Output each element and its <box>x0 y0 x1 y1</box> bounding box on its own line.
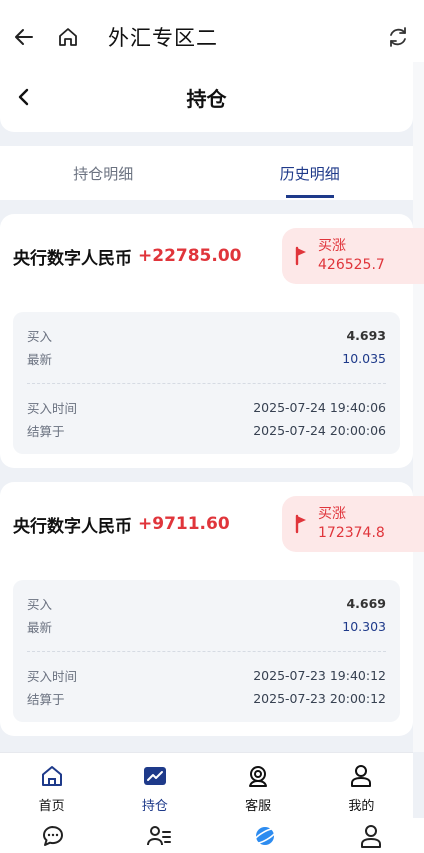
arrow-left-icon[interactable] <box>12 25 36 49</box>
buy-time: 2025-07-24 19:40:06 <box>253 400 386 415</box>
chart-icon <box>143 767 166 785</box>
position-amount: 426525.7 <box>318 257 385 273</box>
refresh-icon[interactable] <box>386 25 410 49</box>
buy-time-label: 买入时间 <box>27 669 78 684</box>
tab-home[interactable]: 首页 <box>0 753 103 818</box>
tab-label: 客服 <box>245 799 272 814</box>
tab-label: 持仓 <box>141 799 168 814</box>
contacts-icon <box>147 825 171 845</box>
page-header: 持仓 <box>0 62 413 132</box>
nav-discover[interactable] <box>212 823 318 849</box>
instrument-name: 央行数字人民币 <box>13 516 132 537</box>
latest-price: 10.303 <box>342 619 386 634</box>
profit-value: +9711.60 <box>138 514 230 534</box>
buy-time-label: 买入时间 <box>27 401 78 416</box>
latest-price: 10.035 <box>342 351 386 366</box>
nav-me[interactable] <box>318 823 424 849</box>
buy-price: 4.669 <box>346 596 386 611</box>
buy-price: 4.693 <box>346 328 386 343</box>
divider <box>27 651 386 652</box>
divider <box>27 383 386 384</box>
position-tabs: 持仓明细 历史明细 <box>0 146 413 200</box>
settle-time: 2025-07-24 20:00:06 <box>253 423 386 438</box>
direction-badge: 买涨 172374.8 <box>282 496 424 552</box>
position-card[interactable]: 央行数字人民币 +9711.60 买涨 172374.8 买入 4.669 最新 1… <box>0 482 424 736</box>
card-header: 央行数字人民币 +22785.00 买涨 426525.7 <box>0 214 424 298</box>
scroll-edge <box>413 62 424 752</box>
flag-icon <box>295 246 306 266</box>
position-card[interactable]: 央行数字人民币 +22785.00 买涨 426525.7 买入 4.693 最新… <box>0 214 424 468</box>
browser-bar: 外汇专区二 <box>0 12 424 62</box>
buy-label: 买入 <box>27 597 53 612</box>
settle-time: 2025-07-23 20:00:12 <box>253 691 386 706</box>
direction-badge: 买涨 426525.7 <box>282 228 424 284</box>
position-detail: 买入 4.693 最新 10.035 买入时间 2025-07-24 19:40:06… <box>13 312 400 454</box>
direction-label: 买涨 <box>318 238 346 254</box>
system-bottom-nav <box>0 818 424 853</box>
latest-label: 最新 <box>27 352 53 367</box>
chat-bubble-icon <box>43 825 63 846</box>
support-icon <box>249 766 268 787</box>
buy-time: 2025-07-23 19:40:12 <box>253 668 386 683</box>
position-detail: 买入 4.669 最新 10.303 买入时间 2025-07-23 19:40:12… <box>13 580 400 722</box>
tab-positions[interactable]: 持仓 <box>103 753 206 818</box>
direction-label: 买涨 <box>318 506 346 522</box>
latest-label: 最新 <box>27 620 53 635</box>
profit-value: +22785.00 <box>138 246 242 266</box>
person-icon <box>361 824 381 848</box>
tab-label: 首页 <box>38 799 65 814</box>
card-header: 央行数字人民币 +9711.60 买涨 172374.8 <box>0 482 424 566</box>
tab-label: 我的 <box>348 799 375 814</box>
tab-profile[interactable]: 我的 <box>310 753 413 818</box>
planet-icon <box>252 826 278 845</box>
home-icon <box>41 766 62 786</box>
home-outline-icon[interactable] <box>56 25 80 49</box>
user-icon <box>351 765 372 787</box>
tab-holdings[interactable]: 持仓明细 <box>0 146 207 200</box>
settle-label: 结算于 <box>27 424 65 439</box>
page-title: 持仓 <box>186 86 227 111</box>
buy-label: 买入 <box>27 329 53 344</box>
browser-title: 外汇专区二 <box>108 26 218 50</box>
tab-history[interactable]: 历史明细 <box>207 146 414 200</box>
nav-chat[interactable] <box>0 823 106 849</box>
nav-contacts[interactable] <box>106 823 212 849</box>
instrument-name: 央行数字人民币 <box>13 248 132 269</box>
position-amount: 172374.8 <box>318 525 385 541</box>
chevron-left-icon[interactable] <box>14 87 34 107</box>
tab-support[interactable]: 客服 <box>207 753 310 818</box>
app-tab-bar: 首页 持仓 客服 我的 <box>0 752 413 818</box>
flag-icon <box>295 514 306 534</box>
settle-label: 结算于 <box>27 692 65 707</box>
status-bar <box>0 0 424 12</box>
